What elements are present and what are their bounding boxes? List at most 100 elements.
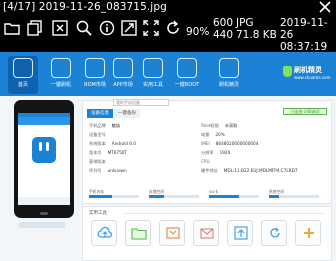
info-resolution: 分辨率 1920: [201, 150, 231, 155]
image-resolution: 600 440: [213, 17, 233, 41]
storage-phone-memory: 手机内存: [89, 189, 143, 199]
device-info-panel: 我的手机设备 设备信息 一键备份 已连接 USB调试 手机品牌 魅族 设备型号 系…: [82, 99, 332, 204]
info-root: Root权限 未获取: [201, 123, 238, 128]
storage-bar: [149, 195, 199, 198]
info-build: 版本号 MT6750T: [89, 150, 127, 155]
folder-open-icon[interactable]: [4, 20, 20, 36]
displayed-image: 首页 一键刷机 ROM市场 APP市场 实用工具 一键ROOT 刷机精灵 刷机精…: [0, 52, 336, 261]
brand-url: www.shuame.com: [294, 75, 331, 80]
storage-internal: 存储空间: [149, 189, 203, 199]
info-baseband: 基带版本: [89, 159, 106, 164]
rotate-icon[interactable]: [165, 20, 181, 36]
nav-rom-market[interactable]: ROM市场: [80, 56, 110, 94]
storage-bar: [89, 195, 139, 198]
tab-backup[interactable]: 一键备份: [114, 109, 140, 118]
storage-sd-card: SD卡: [209, 189, 263, 199]
nav-label: APP市场: [113, 82, 133, 88]
copy-icon[interactable]: [27, 20, 43, 36]
nav-label: 刷机精灵: [218, 82, 239, 88]
image-viewer-toolbar: [4/17] 2019-11-26_083715.jpg 90% 600 440…: [0, 0, 336, 53]
close-icon[interactable]: [317, 0, 333, 14]
file-datetime: 2019-11-26 08:37:19: [280, 17, 336, 53]
file-info: JPG 71.8 KB: [236, 17, 277, 41]
breadcrumb: 我的手机设备: [113, 99, 169, 106]
info-os: 系统版本 Android 6.0: [89, 141, 136, 146]
nav-app-market[interactable]: APP市场: [108, 56, 138, 94]
brand-name: 刷机精灵: [294, 66, 322, 74]
info-icon[interactable]: [99, 20, 115, 36]
brand: 刷机精灵 www.shuame.com: [283, 64, 333, 86]
rabbit-logo-icon: [32, 137, 56, 163]
connection-status-badge: 已连接 USB调试: [283, 108, 327, 115]
folder-icon: [131, 228, 147, 240]
phone-dock: [18, 197, 70, 205]
info-model: 设备型号: [89, 132, 106, 137]
storage-bar: [269, 195, 319, 198]
storage-bar: [209, 195, 259, 198]
sync-icon: [270, 227, 280, 238]
info-cpu: CPU: [201, 159, 210, 164]
add-icon: [304, 228, 314, 238]
zoom-level: 90%: [186, 26, 210, 38]
nav-label: 首页: [17, 82, 28, 88]
tool-file-manager[interactable]: [125, 220, 151, 246]
phone-home-button: [40, 212, 48, 215]
nav-assistant[interactable]: 刷机精灵: [214, 56, 244, 94]
info-serial: 序列号 unknown: [89, 168, 127, 173]
restore-icon: [200, 228, 214, 239]
tool-cloud-backup[interactable]: [91, 220, 117, 246]
phone-screen: [18, 113, 70, 205]
tab-device-info[interactable]: 设备信息: [87, 109, 113, 118]
tool-add[interactable]: [295, 220, 321, 246]
storage-bar-fill: [209, 195, 239, 198]
nav-tools[interactable]: 实用工具: [138, 56, 168, 94]
tool-upload[interactable]: [227, 220, 253, 246]
file-format: JPG: [236, 17, 254, 29]
search-icon[interactable]: [76, 20, 92, 36]
info-imei: IMEI 8648020000000004: [201, 141, 259, 146]
tool-flash[interactable]: [159, 220, 185, 246]
home-icon: [13, 58, 33, 78]
app-header: 首页 一键刷机 ROM市场 APP市场 实用工具 一键ROOT 刷机精灵 刷机精…: [0, 52, 336, 96]
delete-icon[interactable]: [52, 20, 68, 36]
app-market-icon: [113, 58, 133, 78]
storage-bar-fill: [89, 195, 112, 198]
viewer-title: [4/17] 2019-11-26_083715.jpg: [3, 1, 167, 13]
cloud-backup-icon: [97, 226, 113, 238]
phone-app-bar: [18, 117, 70, 125]
fullscreen-icon[interactable]: [143, 20, 159, 36]
info-battery: 电量 20%: [201, 132, 225, 137]
upload-icon: [234, 226, 248, 240]
resize-icon[interactable]: [121, 20, 137, 36]
tool-sync[interactable]: [261, 220, 287, 246]
assistant-icon: [219, 58, 239, 78]
tools-title: 实用工具: [89, 211, 107, 216]
phone-caption: [18, 222, 66, 228]
storage-system: 系统空间: [269, 189, 323, 199]
nav-one-click-flash[interactable]: 一键刷机: [46, 56, 76, 94]
storage-usage: 手机内存 存储空间 SD卡 系统空间: [89, 189, 327, 199]
flash-icon: [166, 227, 180, 239]
root-icon: [177, 58, 197, 78]
main-content: 我的手机设备 设备信息 一键备份 已连接 USB调试 手机品牌 魅族 设备型号 系…: [0, 96, 336, 261]
file-date: 2019-11-26: [280, 17, 328, 41]
nav-label: ROM市场: [84, 82, 106, 88]
info-brand: 手机品牌 魅族: [89, 123, 121, 128]
info-hardware: 硬件地址 MDL:11:B22:EUJ:MDLMFP4:C7LRD7: [201, 168, 298, 173]
rom-icon: [85, 58, 105, 78]
nav-home[interactable]: 首页: [8, 56, 38, 94]
file-size: 71.8 KB: [236, 29, 277, 41]
resolution-height: 440: [213, 29, 234, 41]
nav-label: 实用工具: [142, 82, 163, 88]
storage-bar-fill: [269, 195, 279, 198]
divider: [123, 213, 325, 214]
brand-logo: [283, 66, 292, 77]
phone-preview: [14, 100, 74, 218]
storage-bar-fill: [149, 195, 164, 198]
resolution-width: 600: [213, 17, 234, 29]
nav-label: 一键刷机: [50, 82, 71, 88]
nav-one-click-root[interactable]: 一键ROOT: [172, 56, 202, 94]
tool-restore[interactable]: [193, 220, 219, 246]
rocket-icon: [51, 58, 71, 78]
quick-tools-panel: 实用工具: [82, 206, 332, 261]
